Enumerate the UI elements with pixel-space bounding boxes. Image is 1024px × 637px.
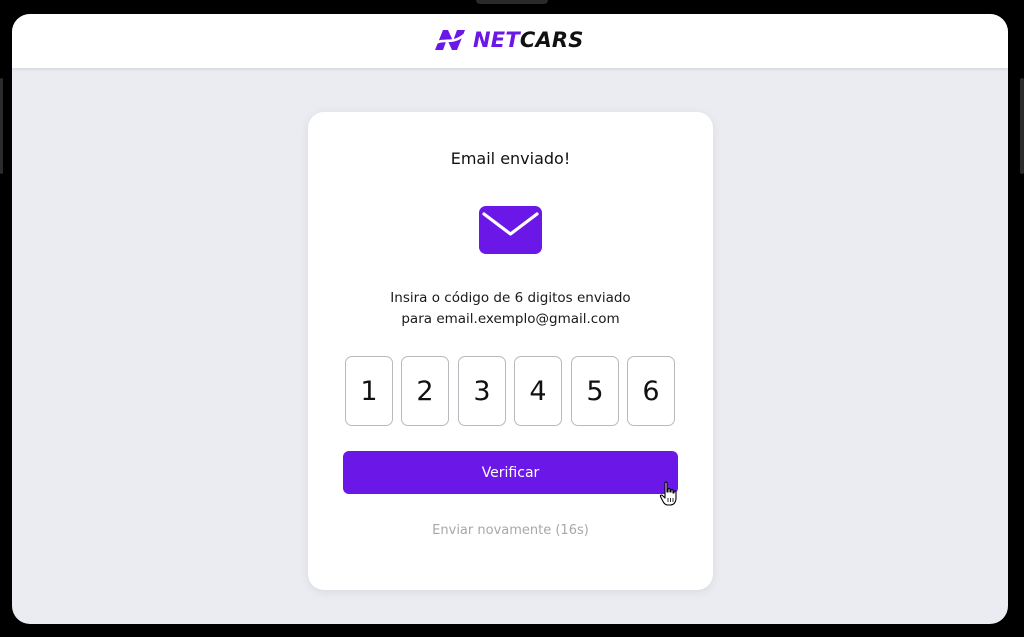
logo-text: NETCARS [473,27,584,53]
verification-card: Email enviado! Insira o código de 6 digi… [308,112,713,590]
code-digit-input-2[interactable]: 2 [401,356,449,426]
resend-link[interactable]: Enviar novamente (16s) [308,522,713,540]
device-side-button-right [1020,78,1024,174]
verify-button[interactable]: Verificar [343,451,678,494]
code-digit-input-6[interactable]: 6 [627,356,675,426]
device-side-button-left [0,78,3,174]
logo-text-cars: CARS [519,28,584,52]
instructions-line-2: para email.exemplo@gmail.com [401,311,620,327]
code-digit-input-4[interactable]: 4 [514,356,562,426]
code-digit-input-3[interactable]: 3 [458,356,506,426]
netcars-logo-icon [434,29,466,51]
logo-text-net: NET [473,28,520,52]
app-screen: NETCARS Email enviado! Insira o código d… [12,14,1008,624]
envelope-icon [479,206,542,258]
netcars-logo[interactable]: NETCARS [434,27,584,53]
instructions-text: Insira o código de 6 digitos enviado par… [348,288,673,330]
card-title: Email enviado! [450,149,571,168]
instructions-line-1: Insira o código de 6 digitos enviado [390,290,631,306]
device-notch [476,0,548,4]
code-digit-input-1[interactable]: 1 [345,356,393,426]
hand-cursor-icon [659,481,679,511]
app-header: NETCARS [12,14,1008,68]
code-digit-input-5[interactable]: 5 [571,356,619,426]
